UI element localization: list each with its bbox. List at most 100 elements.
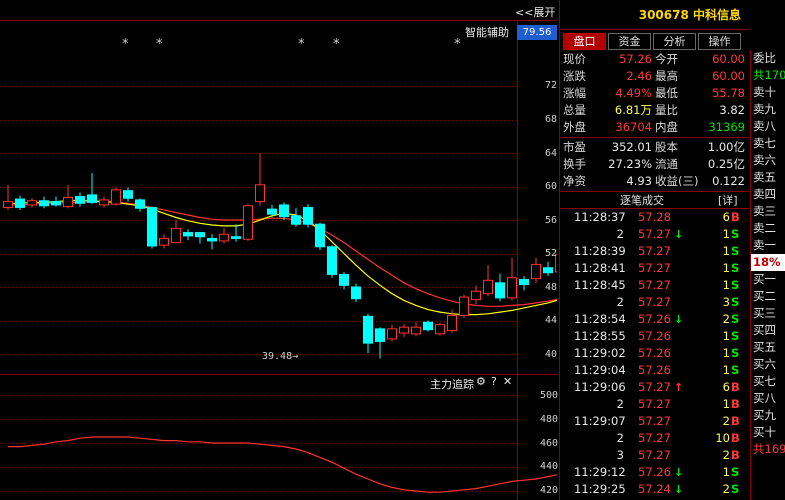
order-book-row[interactable]: 卖八 — [751, 118, 785, 135]
trade-side: S — [731, 227, 740, 241]
quote-row: 市盈 352.01 股本 1.00亿 — [560, 139, 749, 156]
order-book-row[interactable]: 委比 — [751, 50, 785, 67]
quote-label: 净资 — [563, 174, 586, 188]
order-book-row[interactable]: 买八 — [751, 390, 785, 407]
trade-volume: 2 — [722, 312, 730, 326]
candlestick-chart[interactable] — [0, 0, 557, 375]
expand-link[interactable]: <<展开 — [515, 4, 555, 20]
order-book-row[interactable]: 买五 — [751, 339, 785, 356]
candle-down — [51, 201, 61, 206]
candle-down — [135, 199, 145, 209]
order-book-row[interactable]: 卖三 — [751, 203, 785, 220]
candle-down — [39, 200, 49, 207]
tab-order-book[interactable]: 盘口 — [563, 33, 606, 50]
candle-down — [375, 328, 385, 342]
candle-down — [339, 273, 349, 286]
candle-up — [255, 184, 265, 203]
trade-price: 57.27 — [638, 244, 671, 258]
quote-value: 0.122 — [712, 174, 745, 188]
y-axis-label: 44 — [545, 315, 558, 326]
sub-indicator-title[interactable]: 主力追踪 — [430, 376, 474, 392]
trade-price: 57.26 — [638, 465, 671, 479]
candle-down — [543, 267, 553, 274]
trade-side: B — [731, 431, 740, 445]
order-book-row[interactable]: 买三 — [751, 305, 785, 322]
trade-detail-link[interactable]: [详] — [718, 193, 738, 209]
order-book-row[interactable]: 买二 — [751, 288, 785, 305]
order-book-row[interactable]: 卖六 — [751, 152, 785, 169]
event-marker-star[interactable]: * — [156, 37, 163, 52]
candle-up — [399, 326, 409, 334]
tick-trades-list[interactable]: 11:28:37 57.28 6 B 2 57.27 ↓ 1 S 11:28:39 57.27 1 S 1… — [560, 209, 749, 498]
period-low-marker: 39.48→ — [262, 351, 299, 362]
event-marker-star[interactable]: * — [298, 37, 305, 52]
trade-row: 11:29:07 57.27 2 B — [560, 413, 749, 430]
gear-icon[interactable]: ⚙ — [476, 375, 486, 388]
trade-time: 11:28:54 — [574, 312, 626, 326]
order-ratio-badge[interactable]: 18% — [751, 254, 785, 271]
quote-fundamentals: 市盈 352.01 股本 1.00亿 换手 27.23% 流通 0.25亿 净资 4.93 收益(三… — [560, 139, 749, 190]
event-marker-star[interactable]: * — [333, 37, 340, 52]
order-book-row[interactable]: 卖十 — [751, 84, 785, 101]
help-icon[interactable]: ? — [491, 375, 497, 388]
quote-value: 36704 — [615, 120, 652, 134]
candle-down — [267, 208, 277, 215]
trade-row: 2 57.27 10 B — [560, 430, 749, 447]
candle-down — [327, 246, 337, 275]
order-book-row[interactable]: 卖九 — [751, 101, 785, 118]
candle-down — [87, 194, 97, 203]
quote-label: 内盘 — [655, 120, 678, 134]
trade-time: 11:28:39 — [574, 244, 626, 258]
quote-row: 涨幅 4.49% 最低 55.78 — [560, 85, 749, 102]
kline-chart-area[interactable]: <<展开 智能辅助 79.56 * * * * * 72 68 64 60 56… — [0, 0, 559, 500]
order-book-row[interactable]: 买四 — [751, 322, 785, 339]
tab-analysis[interactable]: 分析 — [653, 33, 696, 50]
quote-value: 3.82 — [719, 103, 745, 117]
candle-down — [495, 282, 505, 299]
candle-up — [411, 326, 421, 335]
order-book-row[interactable]: 买一 — [751, 271, 785, 288]
event-marker-star[interactable]: * — [122, 37, 129, 52]
order-book-row[interactable]: 卖七 — [751, 135, 785, 152]
quote-stats: 现价 57.26 今开 60.00 涨跌 2.46 最高 60.00 涨幅 4.49% 最低 55.7… — [560, 51, 749, 136]
trade-volume: 1 — [722, 244, 730, 258]
main-force-tracking-chart[interactable] — [0, 375, 557, 500]
order-book-row[interactable]: 卖五 — [751, 169, 785, 186]
quote-label: 最高 — [655, 69, 678, 83]
close-icon[interactable]: ✕ — [503, 375, 512, 388]
sub-y-axis-label: 420 — [540, 485, 559, 496]
tick-trades-header: 逐笔成交 [详] — [560, 193, 749, 209]
event-marker-star[interactable]: * — [454, 37, 461, 52]
tab-funds[interactable]: 资金 — [608, 33, 651, 50]
candle-down — [183, 232, 193, 237]
trade-row: 11:29:06 57.27 ↑ 6 B — [560, 379, 749, 396]
order-book-row[interactable]: 共169 — [751, 441, 785, 458]
tab-trade[interactable]: 操作 — [698, 33, 741, 50]
trade-volume: 6 — [722, 210, 730, 224]
trade-side: S — [731, 261, 740, 275]
trade-price: 57.26 — [638, 363, 671, 377]
trade-price: 57.27 — [638, 431, 671, 445]
order-book-row[interactable]: 买七 — [751, 373, 785, 390]
order-book-row[interactable]: 卖四 — [751, 186, 785, 203]
quote-value: 57.26 — [619, 52, 652, 66]
trade-side: S — [731, 329, 740, 343]
order-book-row[interactable]: 卖二 — [751, 220, 785, 237]
order-book-row[interactable]: 共170 — [751, 67, 785, 84]
trade-time: 11:29:12 — [574, 465, 626, 479]
order-book-row[interactable]: 买十 — [751, 424, 785, 441]
trade-row: 2 57.27 3 S — [560, 294, 749, 311]
candle-down — [15, 198, 25, 208]
smart-assist-button[interactable]: 智能辅助 — [465, 24, 509, 40]
quote-value: 352.01 — [611, 140, 652, 154]
candle-up — [243, 205, 253, 240]
trade-volume: 1 — [722, 329, 730, 343]
order-book-row[interactable]: 买六 — [751, 356, 785, 373]
order-book-row[interactable]: 买九 — [751, 407, 785, 424]
arrow-down-icon: ↓ — [674, 228, 684, 241]
trade-volume: 1 — [722, 465, 730, 479]
order-book-row[interactable]: 卖一 — [751, 237, 785, 254]
candle-up — [435, 324, 445, 335]
trade-side: B — [731, 448, 740, 462]
trade-side: S — [731, 312, 740, 326]
